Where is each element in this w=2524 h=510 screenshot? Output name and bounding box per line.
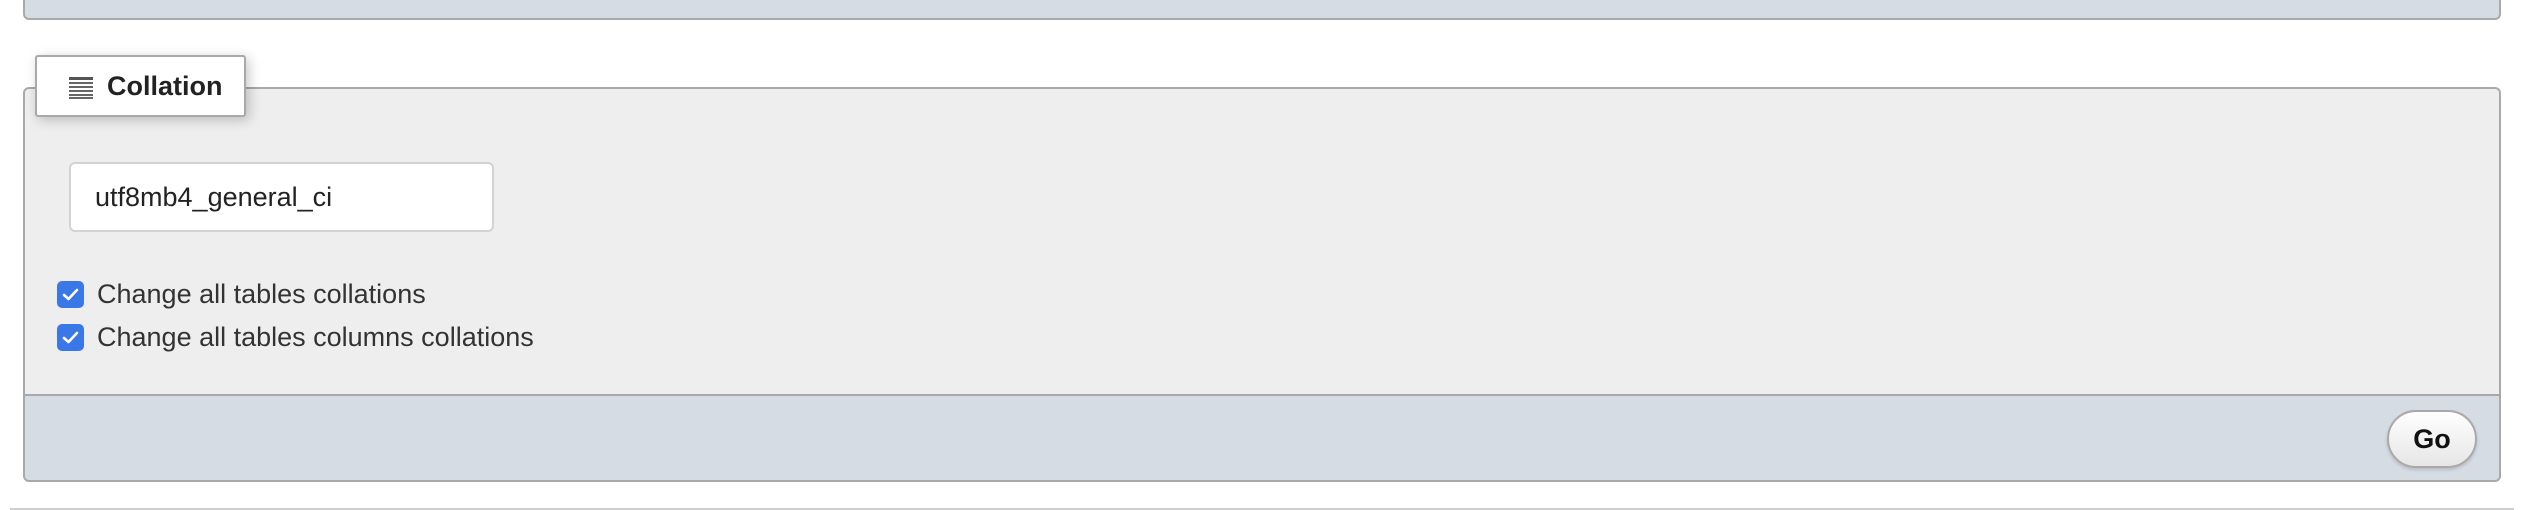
checkmark-icon bbox=[62, 331, 79, 344]
change-columns-collations-label: Change all tables columns collations bbox=[97, 322, 534, 352]
collation-legend: Collation bbox=[35, 55, 246, 117]
change-columns-collations-option[interactable]: Change all tables columns collations bbox=[57, 322, 534, 353]
go-button[interactable]: Go bbox=[2387, 410, 2477, 468]
collation-footer: Go bbox=[23, 394, 2501, 482]
change-tables-collations-label: Change all tables collations bbox=[97, 279, 426, 309]
change-tables-collations-checkbox[interactable] bbox=[57, 281, 84, 308]
collation-title: Collation bbox=[107, 70, 223, 101]
previous-fieldset-footer bbox=[23, 0, 2501, 20]
operations-page: Collation utf8mb4_general_ci Change all … bbox=[0, 0, 2524, 510]
change-tables-collations-option[interactable]: Change all tables collations bbox=[57, 279, 426, 310]
checkmark-icon bbox=[62, 288, 79, 301]
collation-select[interactable]: utf8mb4_general_ci bbox=[69, 162, 494, 232]
collation-select-value: utf8mb4_general_ci bbox=[95, 181, 333, 212]
change-columns-collations-checkbox[interactable] bbox=[57, 324, 84, 351]
table-rows-icon bbox=[69, 77, 93, 99]
